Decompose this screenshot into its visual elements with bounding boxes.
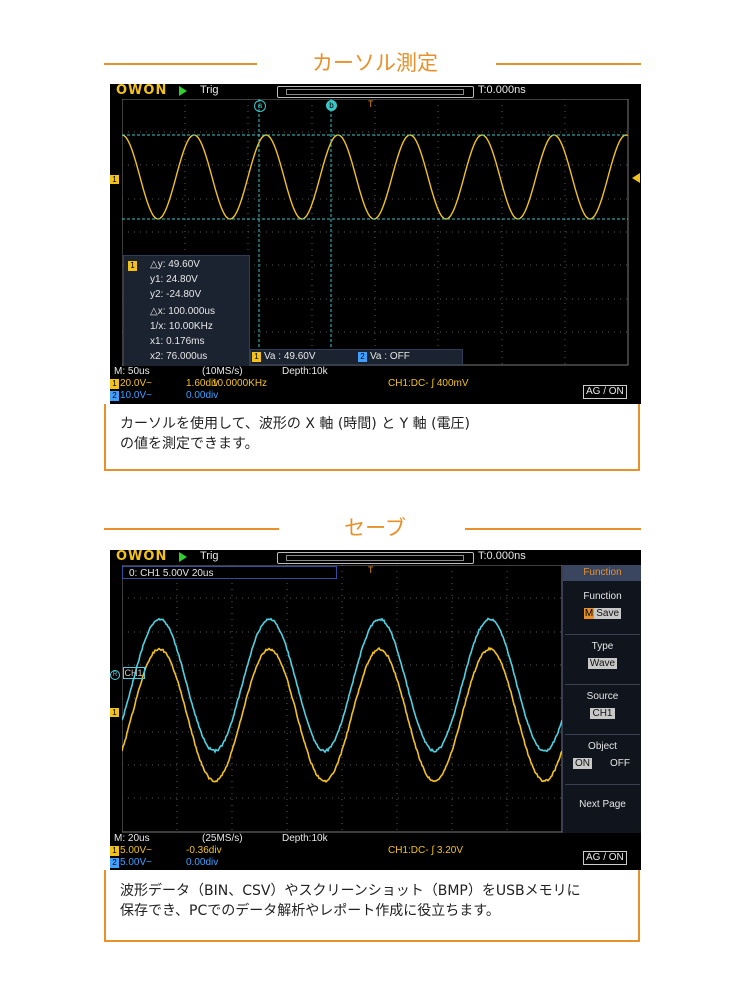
function-menu: Function Function M Save Type Wave Source…: [562, 565, 641, 833]
menu-type-value: Wave: [588, 658, 617, 669]
menu-source-label: Source: [563, 691, 641, 702]
delta-y: △y: 49.60V: [150, 259, 200, 270]
va1-tag: 1: [252, 352, 261, 362]
memory-window-indicator: [286, 89, 464, 95]
menu-separator: [565, 684, 640, 685]
frequency: 10.0000KHz: [212, 378, 267, 389]
section2-title: セーブ: [0, 512, 750, 542]
va2-tag: 2: [358, 352, 367, 362]
section2-caption: 波形データ（BIN、CSV）やスクリーンショット（BMP）をUSBメモリに 保存…: [104, 870, 640, 942]
scope-status-bar: M: 20us (25MS/s) Depth:10k 1 5.00V~ -0.3…: [110, 833, 641, 870]
run-icon: [179, 552, 187, 562]
scope-screen-cursor: OWON Trig T:0.000ns a b T 1 1 △y: 49.60V: [110, 84, 641, 404]
panel-ch-tag: 1: [128, 261, 137, 271]
memory-depth: Depth:10k: [282, 366, 328, 377]
save-info-text: 0: CH1 5.00V 20us: [129, 568, 214, 579]
ch1-offset: -0.36div: [186, 845, 222, 856]
menu-function-value: Save: [594, 608, 621, 619]
va-bar: 1 Va : 49.60V 2 Va : OFF: [250, 349, 463, 365]
trig-status: Trig: [200, 550, 219, 562]
trig-status: Trig: [200, 84, 219, 96]
owon-logo: OWON: [116, 84, 167, 98]
section2-title-line-right: [465, 528, 641, 530]
menu-object-label: Object: [563, 741, 641, 752]
ch2-offset: 0.00div: [186, 390, 218, 401]
waveform-display: [122, 565, 563, 833]
trigger-position-marker: T: [368, 99, 374, 109]
cursor-y1-value: y1: 24.80V: [150, 274, 198, 285]
menu-title: Function: [563, 565, 641, 581]
menu-function-label: Function: [563, 591, 641, 602]
ch2-scale: 5.00V~: [120, 857, 152, 868]
save-info-box: 0: CH1 5.00V 20us: [122, 566, 337, 579]
ch1-scale: 5.00V~: [120, 845, 152, 856]
cursor-x1-value: x1: 0.176ms: [150, 336, 204, 347]
ref-marker: R CH1: [110, 668, 145, 680]
inverse-delta-x: 1/x: 10.00KHz: [150, 321, 213, 332]
menu-source-value: CH1: [590, 708, 614, 719]
memory-depth: Depth:10k: [282, 833, 328, 844]
trigger-setting: CH1:DC- ∫ 3.20V: [388, 845, 463, 856]
section1-title: カーソル測定: [0, 47, 750, 77]
timebase: M: 50us: [114, 366, 150, 377]
va2-value: Va : OFF: [370, 351, 410, 362]
cursor-x2-value: x2: 76.000us: [150, 351, 207, 362]
sample-rate: (10MS/s): [202, 366, 243, 377]
ag-status[interactable]: AG / ON: [583, 851, 627, 865]
ch2-scale: 10.0V~: [120, 390, 152, 401]
memory-window-indicator: [286, 555, 464, 561]
cursor-a-marker[interactable]: a: [254, 100, 266, 112]
menu-object-on[interactable]: ON: [573, 758, 592, 769]
menu-next-page[interactable]: Next Page: [563, 799, 641, 810]
run-icon: [179, 86, 187, 96]
ch1-level-marker: 1: [110, 175, 119, 184]
menu-separator: [565, 634, 640, 635]
menu-source[interactable]: Source CH1: [563, 691, 641, 719]
ag-status[interactable]: AG / ON: [583, 385, 627, 399]
time-offset: T:0.000ns: [478, 550, 526, 562]
ch2-tag: 2: [110, 391, 119, 401]
owon-logo: OWON: [116, 550, 167, 564]
menu-separator: [565, 734, 640, 735]
menu-function[interactable]: Function M Save: [563, 591, 641, 619]
sample-rate: (25MS/s): [202, 833, 243, 844]
ch2-offset: 0.00div: [186, 857, 218, 868]
section2-caption-line2: 保存でき、PCでのデータ解析やレポート作成に役立ちます。: [120, 901, 624, 921]
menu-type[interactable]: Type Wave: [563, 641, 641, 669]
ch1-tag: 1: [110, 379, 119, 389]
scope-top-bar: OWON Trig T:0.000ns: [110, 550, 641, 566]
trigger-position-marker: T: [368, 565, 374, 575]
section1-title-line-right: [496, 63, 641, 65]
menu-function-prefix: M: [584, 608, 594, 619]
scope-status-bar: M: 50us (10MS/s) Depth:10k 1 20.0V~ 1.60…: [110, 366, 641, 404]
ch1-tag: 1: [110, 846, 119, 856]
scope-screen-save: OWON Trig T:0.000ns 0: CH1 5.00V 20us T …: [110, 550, 641, 870]
ch1-level-marker: 1: [110, 708, 119, 717]
cursor-y2-value: y2: -24.80V: [150, 289, 201, 300]
menu-type-label: Type: [563, 641, 641, 652]
timebase: M: 20us: [114, 833, 150, 844]
menu-object[interactable]: Object ON OFF: [563, 741, 641, 770]
trigger-setting: CH1:DC- ∫ 400mV: [388, 378, 469, 389]
cursor-b-marker[interactable]: b: [326, 100, 337, 111]
menu-object-off[interactable]: OFF: [610, 758, 630, 769]
menu-separator: [565, 784, 640, 785]
ch2-tag: 2: [110, 858, 119, 868]
time-offset: T:0.000ns: [478, 84, 526, 96]
ch1-scale: 20.0V~: [120, 378, 152, 389]
section1-caption-line2: の値を測定できます。: [120, 434, 624, 454]
section1-caption: カーソルを使用して、波形の X 軸 (時間) と Y 軸 (電圧) の値を測定で…: [104, 404, 640, 471]
ref-label: CH1: [123, 667, 145, 679]
scope-top-bar: OWON Trig T:0.000ns: [110, 84, 641, 100]
va1-value: Va : 49.60V: [264, 351, 316, 362]
section2-caption-line1: 波形データ（BIN、CSV）やスクリーンショット（BMP）をUSBメモリに: [120, 881, 624, 901]
cursor-measurement-panel: 1 △y: 49.60V y1: 24.80V y2: -24.80V △x: …: [123, 255, 250, 371]
delta-x: △x: 100.000us: [150, 306, 215, 317]
section1-caption-line1: カーソルを使用して、波形の X 軸 (時間) と Y 軸 (電圧): [120, 414, 624, 434]
trigger-level-arrow: [632, 173, 640, 183]
ref-marker-icon: R: [110, 670, 120, 680]
